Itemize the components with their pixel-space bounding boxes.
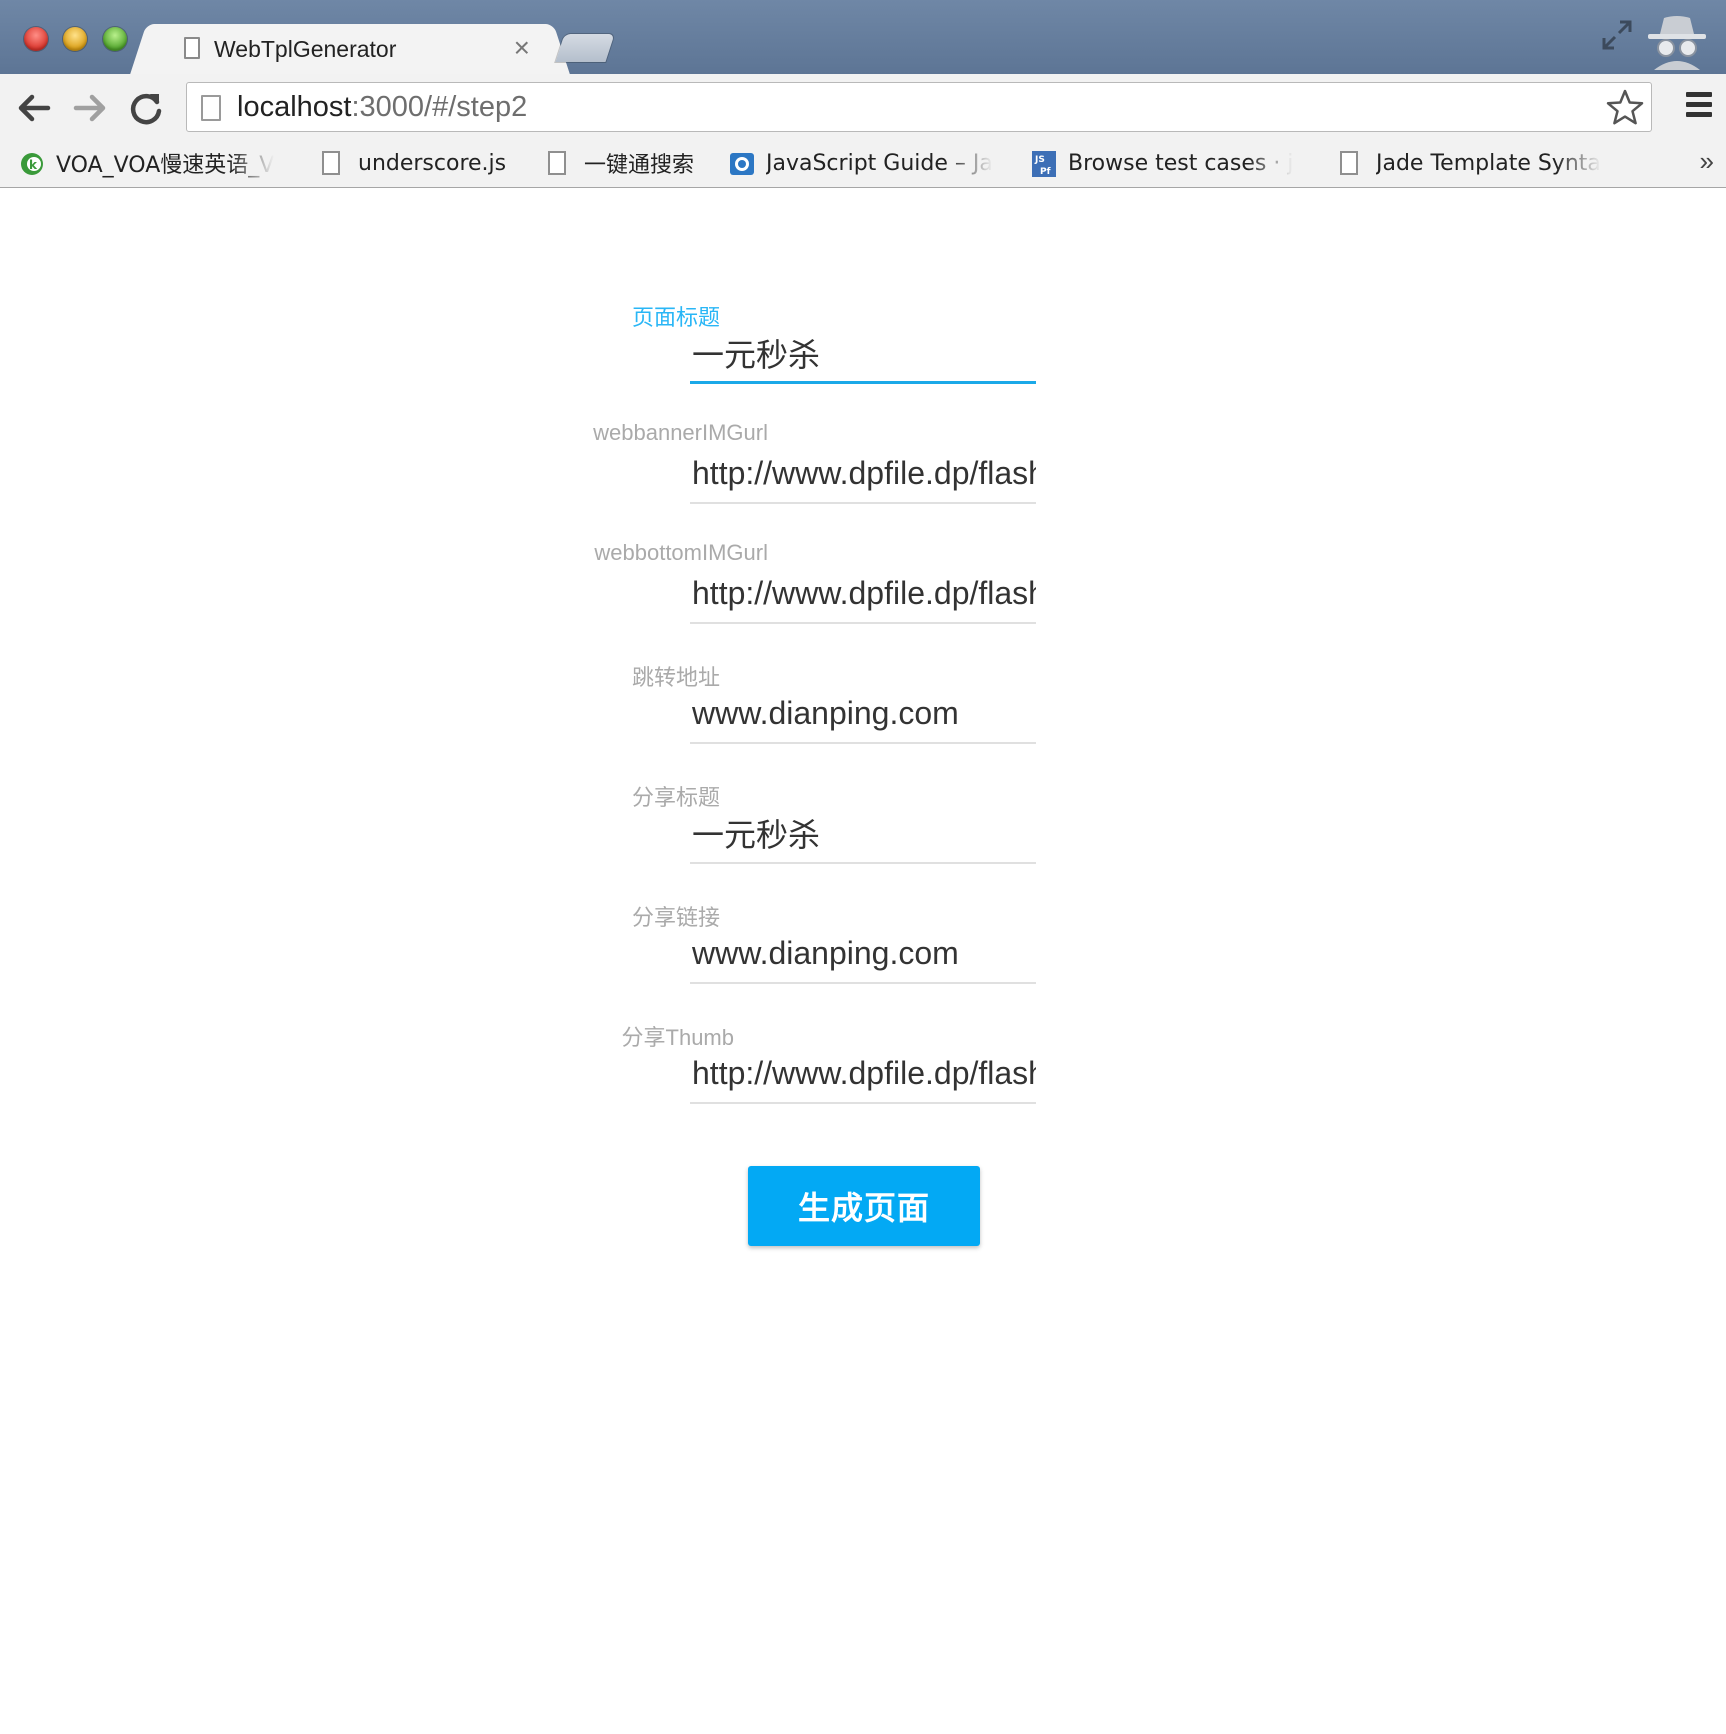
bookmark-label: Browse test cases · j [1068, 150, 1294, 176]
webbanner-img-url-input[interactable] [690, 448, 1036, 498]
share-link-field[interactable] [690, 928, 1036, 984]
url-path: :3000/#/step2 [351, 91, 528, 123]
fullscreen-icon[interactable] [1600, 18, 1634, 52]
bookmark-yijiantong[interactable]: 一键通搜索 [548, 148, 708, 178]
share-title-input[interactable] [690, 808, 1036, 858]
redirect-url-input[interactable] [690, 688, 1036, 738]
page-title-field[interactable] [690, 328, 1036, 384]
url-text[interactable]: localhost:3000/#/step2 [237, 91, 527, 124]
bookmark-jade-template[interactable]: Jade Template Synta [1340, 148, 1610, 178]
close-window-button[interactable] [24, 27, 48, 51]
mdn-favicon-icon [730, 153, 754, 175]
chrome-menu-icon[interactable] [1686, 92, 1712, 122]
bookmark-star-icon[interactable] [1605, 88, 1645, 128]
bookmark-javascript-guide[interactable]: JavaScript Guide – Ja [730, 148, 1002, 178]
bookmark-label: VOA_VOA慢速英语_V [56, 153, 275, 178]
browser-toolbar: localhost:3000/#/step2 [0, 74, 1726, 140]
bookmarks-bar: k VOA_VOA慢速英语_V underscore.js 一键通搜索 Java… [0, 140, 1726, 188]
tab-title: WebTplGenerator [214, 36, 397, 62]
page-icon [184, 37, 200, 59]
field-label-webbanner-img-url: webbannerIMGurl [593, 420, 768, 445]
share-link-input[interactable] [690, 928, 1036, 978]
redirect-url-field[interactable] [690, 688, 1036, 744]
tab-strip: WebTplGenerator × [0, 0, 1726, 76]
bookmarks-overflow-icon[interactable]: » [1700, 146, 1714, 177]
browser-window: WebTplGenerator × localhost:3000/#/step2… [0, 0, 1726, 1734]
bookmark-label: Jade Template Synta [1376, 150, 1601, 176]
share-thumb-input[interactable] [690, 1048, 1036, 1098]
jsperf-favicon-icon: JS Pf [1032, 151, 1056, 177]
bookmark-voa[interactable]: k VOA_VOA慢速英语_V [20, 148, 282, 178]
forward-icon[interactable] [70, 88, 110, 128]
webbottom-img-url-input[interactable] [690, 568, 1036, 618]
page-icon [1340, 149, 1364, 177]
new-tab-button[interactable] [555, 34, 615, 62]
webbanner-img-url-field[interactable] [690, 448, 1036, 504]
incognito-icon [1648, 16, 1706, 70]
page-icon [548, 149, 572, 177]
page-icon [201, 95, 221, 121]
back-icon[interactable] [14, 88, 54, 128]
webbottom-img-url-field[interactable] [690, 568, 1036, 624]
share-thumb-field[interactable] [690, 1048, 1036, 1104]
minimize-window-button[interactable] [63, 27, 87, 51]
url-host: localhost [237, 91, 352, 123]
tab-close-icon[interactable]: × [514, 32, 530, 63]
page-icon [322, 149, 346, 177]
voa-favicon-icon: k [21, 153, 43, 175]
svg-text:k: k [29, 158, 38, 172]
address-bar[interactable]: localhost:3000/#/step2 [186, 82, 1652, 132]
reload-icon[interactable] [126, 88, 166, 128]
svg-text:JS: JS [1034, 155, 1045, 165]
tab-webtplgenerator[interactable]: WebTplGenerator × [150, 24, 550, 76]
generate-page-button[interactable]: 生成页面 [748, 1166, 980, 1246]
bookmark-browse-test-cases[interactable]: JS Pf Browse test cases · j [1032, 148, 1304, 178]
page-title-input[interactable] [690, 328, 1036, 378]
zoom-window-button[interactable] [103, 27, 127, 51]
bookmark-label: underscore.js [358, 150, 507, 176]
share-title-field[interactable] [690, 808, 1036, 864]
svg-text:Pf: Pf [1040, 167, 1051, 177]
bookmark-underscore[interactable]: underscore.js [322, 148, 522, 178]
field-label-webbottom-img-url: webbottomIMGurl [594, 540, 768, 565]
bookmark-label: 一键通搜索 [584, 153, 695, 178]
bookmark-label: JavaScript Guide – Ja [766, 150, 993, 176]
